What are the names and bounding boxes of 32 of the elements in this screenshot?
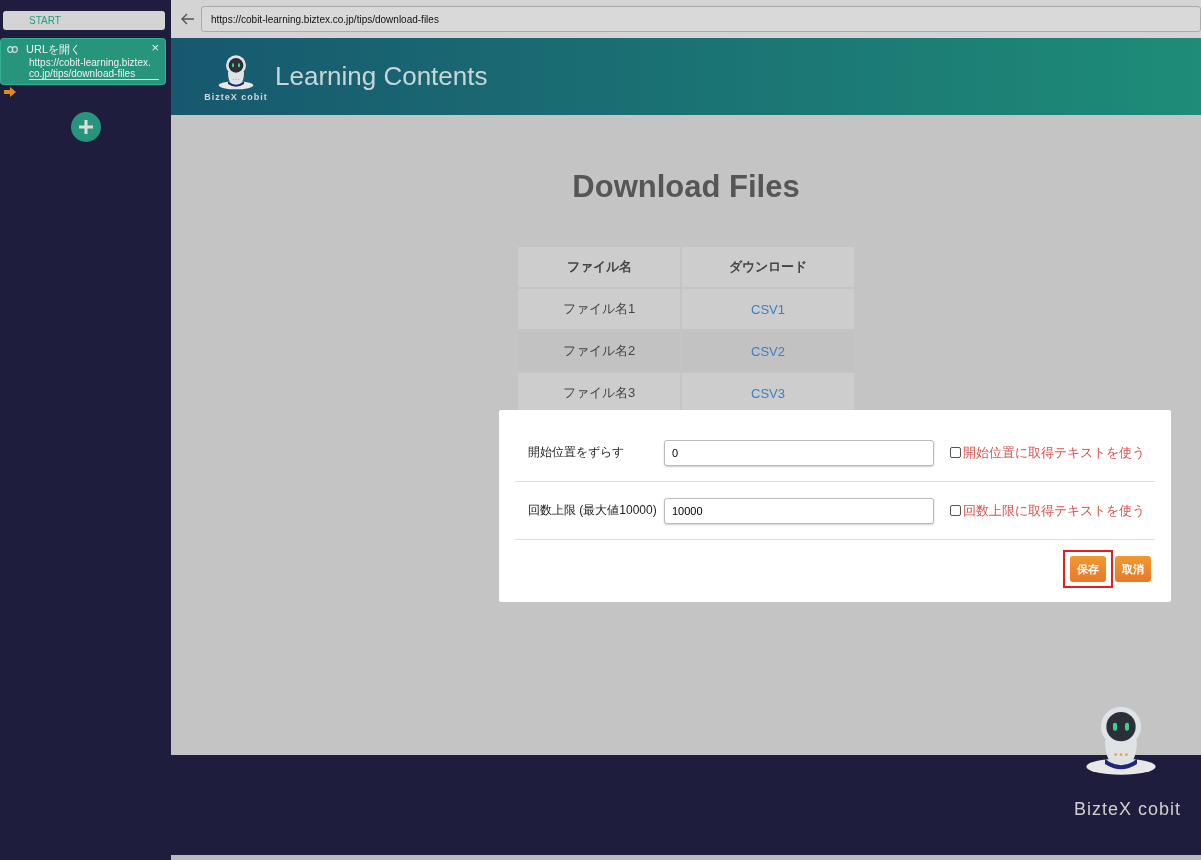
input-field[interactable]: 10000	[664, 497, 934, 524]
input-field[interactable]: 0	[664, 439, 934, 466]
logo-text: BizteX cobit	[204, 91, 268, 102]
download-link[interactable]: CSV1	[751, 301, 785, 317]
field-label: 回数上限 (最大値10000)	[527, 502, 658, 519]
dialog-button[interactable]: 取消	[1115, 556, 1151, 582]
arrow-icon	[4, 87, 16, 97]
field-label: 開始位置をずらす	[527, 444, 625, 461]
table-cell: ファイル名1	[518, 289, 680, 329]
step-url: https://cobit-learning.biztex.co.jp/tips/download-files	[29, 57, 159, 80]
download-link[interactable]: CSV2	[751, 343, 785, 359]
plus-icon	[78, 119, 94, 135]
footer-logo-text: BizteX cobit	[1073, 799, 1181, 820]
download-link[interactable]: CSV3	[751, 385, 785, 401]
checkbox-label[interactable]: 開始位置に取得テキストを使う	[963, 443, 1145, 462]
table-cell: ファイル名3	[518, 373, 680, 413]
checkbox-label[interactable]: 回数上限に取得テキストを使う	[963, 501, 1145, 520]
url-field[interactable]: https://cobit-learning.biztex.co.jp/tips/download-files	[201, 6, 1201, 32]
start-block[interactable]: START	[3, 11, 165, 30]
link-icon	[7, 46, 18, 53]
add-button[interactable]	[71, 112, 101, 142]
header-title: Learning Contents	[275, 61, 488, 92]
step-card[interactable]: URLを開く × https://cobit-learning.biztex.co.jp/tips/download-files	[1, 39, 165, 84]
page-heading: Download Files	[572, 169, 800, 205]
dialog-button[interactable]: 保存	[1070, 556, 1106, 582]
checkbox[interactable]	[950, 447, 961, 458]
column-header: ダウンロード	[682, 247, 854, 287]
column-header: ファイル名	[518, 247, 680, 287]
checkbox[interactable]	[950, 505, 961, 516]
close-button[interactable]: ×	[151, 40, 159, 55]
back-icon[interactable]	[181, 13, 195, 25]
step-title: URLを開く	[26, 42, 81, 57]
